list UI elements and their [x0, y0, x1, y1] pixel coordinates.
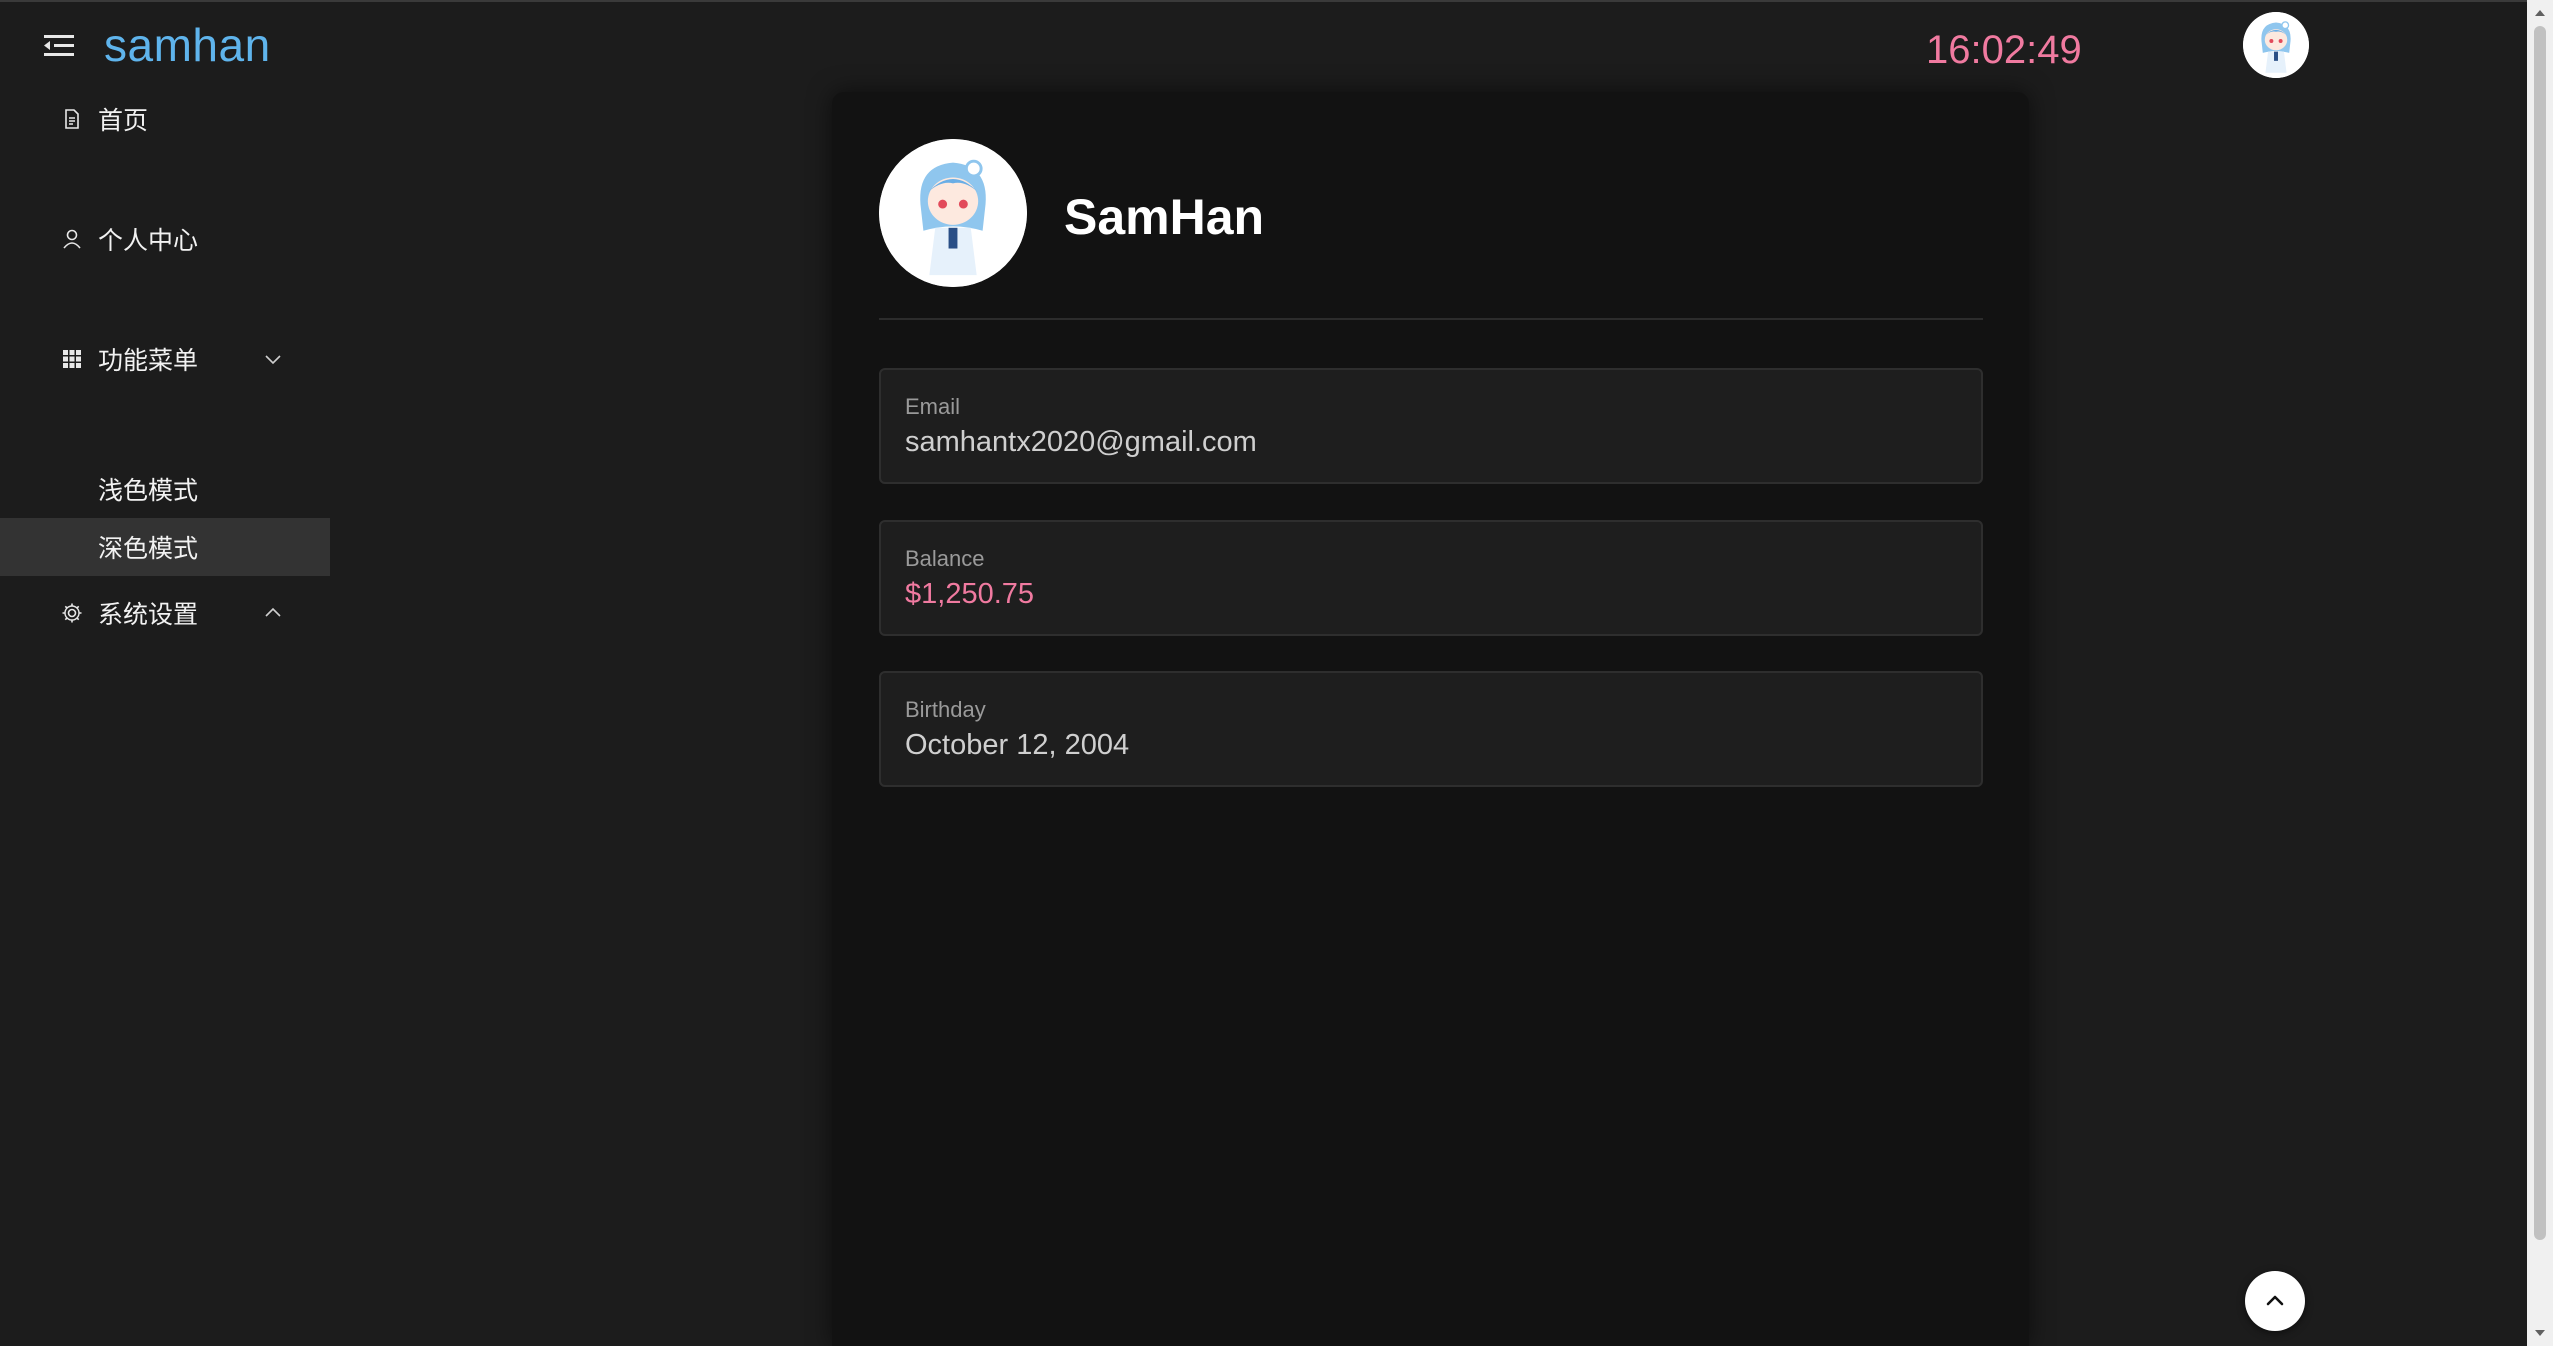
gear-icon	[61, 602, 83, 624]
page-scrollbar[interactable]	[2527, 0, 2553, 1346]
scrollbar-thumb[interactable]	[2534, 26, 2546, 1240]
field-value: samhantx2020@gmail.com	[905, 426, 1257, 458]
field-label: Balance	[905, 546, 985, 571]
sidebar-item-home[interactable]: 首页	[0, 90, 330, 148]
sidebar-item-label: 浅色模式	[98, 477, 199, 505]
sidebar-item-profile[interactable]: 个人中心	[0, 210, 330, 268]
app-logo[interactable]: samhan	[104, 18, 271, 72]
sidebar-item-system-settings[interactable]: 系统设置	[0, 584, 330, 642]
email-field: Email samhantx2020@gmail.com	[879, 368, 1983, 484]
profile-divider	[879, 318, 1983, 320]
sidebar-item-dark-mode[interactable]: 深色模式	[0, 518, 330, 576]
sidebar-item-light-mode[interactable]: 浅色模式	[0, 460, 330, 518]
user-icon	[61, 228, 83, 250]
header-clock: 16:02:49	[1926, 28, 2082, 72]
sidebar-item-label: 深色模式	[98, 535, 199, 563]
sidebar-item-label: 首页	[98, 107, 149, 135]
document-icon	[61, 108, 83, 130]
menu-toggle-icon[interactable]	[42, 30, 78, 62]
field-label: Email	[905, 394, 961, 419]
balance-field: Balance $1,250.75	[879, 520, 1983, 636]
birthday-field: Birthday October 12, 2004	[879, 671, 1983, 787]
app-root: samhan 16:02:49 首页 个人中心 功能菜单 浅色模式 深色模式 系…	[0, 0, 2553, 1346]
scroll-to-top-button[interactable]	[2245, 1271, 2305, 1331]
sidebar-item-feature-menu[interactable]: 功能菜单	[0, 330, 330, 388]
field-label: Birthday	[905, 697, 986, 722]
window-top-edge	[0, 0, 2553, 2]
scroll-down-arrow-icon[interactable]	[2533, 1326, 2547, 1340]
grid-icon	[61, 348, 83, 370]
scroll-up-arrow-icon[interactable]	[2533, 6, 2547, 20]
profile-card: SamHan Email samhantx2020@gmail.com Bala…	[832, 92, 2029, 1346]
chevron-up-icon	[2266, 1295, 2284, 1306]
sidebar-item-label: 个人中心	[98, 227, 199, 255]
profile-name: SamHan	[1064, 189, 1265, 245]
header-avatar[interactable]	[2243, 12, 2309, 78]
field-value: October 12, 2004	[905, 729, 1130, 761]
profile-avatar	[879, 139, 1027, 287]
chevron-down-icon	[262, 348, 284, 370]
field-value: $1,250.75	[905, 578, 1035, 610]
sidebar-item-label: 功能菜单	[98, 347, 199, 375]
sidebar-item-label: 系统设置	[98, 601, 199, 629]
chevron-up-icon	[262, 602, 284, 624]
